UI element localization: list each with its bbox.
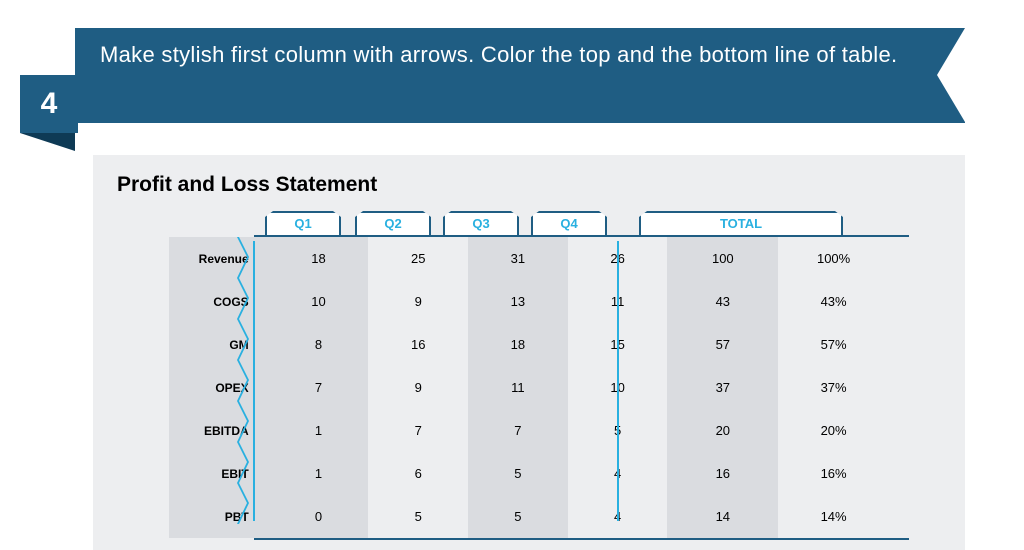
cell-total: 37 bbox=[667, 366, 778, 409]
step-number-box: 4 bbox=[20, 75, 78, 133]
instruction-banner: Make stylish first column with arrows. C… bbox=[75, 28, 965, 123]
banner-text: Make stylish first column with arrows. C… bbox=[100, 42, 897, 67]
vline-right bbox=[617, 241, 619, 521]
cell-q1: 10 bbox=[269, 280, 369, 323]
table-bottom-rule bbox=[254, 538, 909, 540]
arrow-icon bbox=[237, 401, 251, 442]
cell-q3: 18 bbox=[468, 323, 568, 366]
cell-q1: 1 bbox=[269, 409, 369, 452]
column-header-tabs: Q1 Q2 Q3 Q4 TOTAL bbox=[169, 211, 889, 237]
cell-pct: 43% bbox=[778, 280, 889, 323]
cell-pct: 20% bbox=[778, 409, 889, 452]
cell-q3: 31 bbox=[468, 237, 568, 280]
data-grid: Revenue18253126100100%COGS10913114343%GM… bbox=[169, 237, 889, 538]
table-row: PBT05541414% bbox=[169, 495, 889, 538]
cell-q1: 8 bbox=[269, 323, 369, 366]
arrow-icon bbox=[237, 278, 251, 319]
cell-pct: 16% bbox=[778, 452, 889, 495]
cell-q2: 5 bbox=[368, 495, 468, 538]
table-row: COGS10913114343% bbox=[169, 280, 889, 323]
cell-q1: 7 bbox=[269, 366, 369, 409]
cell-q2: 25 bbox=[368, 237, 468, 280]
cell-total: 16 bbox=[667, 452, 778, 495]
cell-pct: 37% bbox=[778, 366, 889, 409]
cell-q2: 9 bbox=[368, 280, 468, 323]
tab-total: TOTAL bbox=[639, 211, 843, 237]
cell-q2: 7 bbox=[368, 409, 468, 452]
arrow-icon bbox=[237, 237, 251, 278]
arrow-icon bbox=[237, 360, 251, 401]
table-row: EBIT16541616% bbox=[169, 452, 889, 495]
cell-pct: 100% bbox=[778, 237, 889, 280]
cell-q3: 5 bbox=[468, 495, 568, 538]
cell-q3: 13 bbox=[468, 280, 568, 323]
table-row: Revenue18253126100100% bbox=[169, 237, 889, 280]
tab-q3: Q3 bbox=[443, 211, 519, 237]
cell-q3: 5 bbox=[468, 452, 568, 495]
cell-total: 57 bbox=[667, 323, 778, 366]
cell-q2: 9 bbox=[368, 366, 468, 409]
tab-q1: Q1 bbox=[265, 211, 341, 237]
table-row: GM81618155757% bbox=[169, 323, 889, 366]
table-row: OPEX7911103737% bbox=[169, 366, 889, 409]
cell-total: 14 bbox=[667, 495, 778, 538]
tab-q2: Q2 bbox=[355, 211, 431, 237]
tab-q4: Q4 bbox=[531, 211, 607, 237]
cell-q3: 7 bbox=[468, 409, 568, 452]
card-title: Profit and Loss Statement bbox=[117, 173, 945, 197]
cell-total: 43 bbox=[667, 280, 778, 323]
cell-q1: 1 bbox=[269, 452, 369, 495]
cell-q1: 18 bbox=[269, 237, 369, 280]
cell-q2: 6 bbox=[368, 452, 468, 495]
cell-total: 20 bbox=[667, 409, 778, 452]
cell-q3: 11 bbox=[468, 366, 568, 409]
arrow-column bbox=[237, 237, 251, 524]
vline-left bbox=[253, 241, 255, 521]
pl-table: Q1 Q2 Q3 Q4 TOTAL Revenue18253126100100% bbox=[169, 211, 889, 538]
arrow-icon bbox=[237, 319, 251, 360]
step-number-fold bbox=[20, 133, 75, 151]
arrow-icon bbox=[237, 483, 251, 524]
cell-pct: 14% bbox=[778, 495, 889, 538]
cell-q2: 16 bbox=[368, 323, 468, 366]
cell-total: 100 bbox=[667, 237, 778, 280]
step-number: 4 bbox=[41, 87, 58, 121]
table-top-rule bbox=[254, 235, 909, 237]
table-row: EBITDA17752020% bbox=[169, 409, 889, 452]
arrow-icon bbox=[237, 442, 251, 483]
cell-q1: 0 bbox=[269, 495, 369, 538]
slide-card: Profit and Loss Statement Q1 Q2 Q3 Q4 TO… bbox=[93, 155, 965, 550]
cell-pct: 57% bbox=[778, 323, 889, 366]
